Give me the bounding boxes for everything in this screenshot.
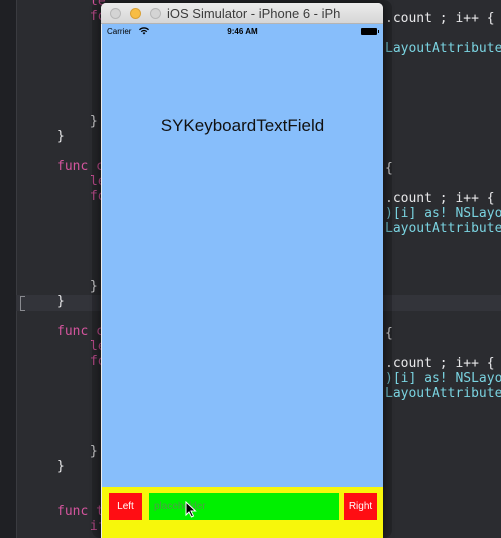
minimize-window-button[interactable] [130, 8, 141, 19]
code-token: } [57, 129, 65, 144]
code-token: } [57, 459, 65, 474]
simulator-window[interactable]: iOS Simulator - iPhone 6 - iPh Carrier 9… [101, 3, 383, 538]
code-fragment: LayoutAttribute [385, 41, 501, 56]
code-line: } [57, 459, 65, 474]
code-fragment: .count ; i++ { [385, 11, 495, 26]
code-fragment: )[i] as! NSLayo [385, 371, 501, 386]
brace-fold-marker[interactable] [20, 296, 25, 311]
zoom-window-button[interactable] [150, 8, 161, 19]
code-fragment: LayoutAttribute [385, 386, 501, 401]
code-line: } [57, 129, 65, 144]
code-fragment: )[i] as! NSLayo [385, 206, 501, 221]
text-field[interactable] [149, 493, 339, 520]
left-button[interactable]: Left [109, 493, 142, 520]
mouse-pointer-icon [185, 501, 197, 518]
page-title: SYKeyboardTextField [160, 116, 325, 135]
right-button[interactable]: Right [344, 493, 377, 520]
code-line: } [57, 294, 65, 309]
battery-icon [361, 28, 379, 35]
status-bar: Carrier 9:46 AM [102, 24, 383, 41]
close-window-button[interactable] [110, 8, 121, 19]
code-fragment: .count ; i++ { [385, 191, 495, 206]
accessory-bar-bottom [102, 523, 383, 538]
code-fragment: LayoutAttribute [385, 221, 501, 236]
keyboard-accessory-bar: Left Right [102, 487, 383, 523]
line-number-gutter [0, 0, 17, 538]
code-fragment: .count ; i++ { [385, 356, 495, 371]
title-bar[interactable]: iOS Simulator - iPhone 6 - iPh [101, 3, 383, 24]
status-time: 9:46 AM [227, 27, 258, 36]
device-screen[interactable]: Carrier 9:46 AM SYKeyboardTextField Left… [102, 24, 383, 538]
code-token: } [57, 294, 65, 309]
window-title: iOS Simulator - iPhone 6 - iPh [167, 6, 341, 21]
